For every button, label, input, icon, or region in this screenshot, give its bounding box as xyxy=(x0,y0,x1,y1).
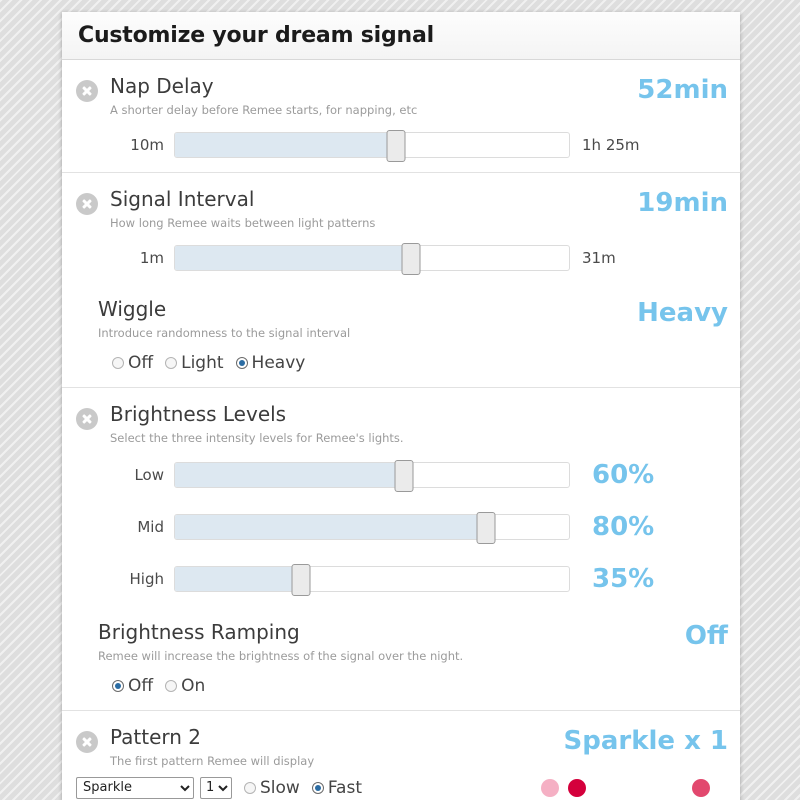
wiggle-radio-off[interactable]: Off xyxy=(112,353,153,373)
section-pattern-2: Pattern 2 The first pattern Remee will d… xyxy=(62,711,740,800)
radio-label: Fast xyxy=(327,777,362,798)
color-dot-pair xyxy=(541,778,586,797)
slider-label: Mid xyxy=(137,517,164,536)
settings-panel: Customize your dream signal Nap Delay A … xyxy=(62,12,740,800)
close-icon[interactable] xyxy=(76,80,98,102)
radio-label: Heavy xyxy=(251,352,306,373)
wiggle-radio-heavy[interactable]: Heavy xyxy=(235,352,306,373)
section-title: Pattern 2 xyxy=(110,724,202,749)
radio-label: Slow xyxy=(260,777,300,798)
brightness-ramping-value: Off xyxy=(684,620,728,651)
section-description: A shorter delay before Remee starts, for… xyxy=(110,103,418,117)
slider-handle[interactable] xyxy=(476,511,496,544)
wiggle-title: Wiggle xyxy=(98,296,167,321)
section-nap-delay: Nap Delay A shorter delay before Remee s… xyxy=(62,60,740,173)
panel-header: Customize your dream signal xyxy=(62,12,740,60)
radio-dot[interactable] xyxy=(112,679,124,692)
slider-min-label: 10m xyxy=(130,135,164,154)
ramping-radio-on[interactable]: On xyxy=(165,676,205,696)
signal-interval-slider-row: 1m 31m xyxy=(62,242,740,275)
wiggle-radio-light[interactable]: Light xyxy=(165,352,224,373)
brightness-ramping-radio-group: Off On xyxy=(62,676,740,696)
close-icon[interactable] xyxy=(76,407,98,430)
speed-radio-fast[interactable]: Fast xyxy=(311,777,362,798)
radio-dot[interactable] xyxy=(311,781,324,794)
radio-dot[interactable] xyxy=(165,356,178,369)
brightness-low-row: Low 60% xyxy=(62,459,740,492)
slider-fill xyxy=(175,514,487,539)
radio-dot[interactable] xyxy=(165,679,178,692)
brightness-mid-slider[interactable] xyxy=(174,511,570,544)
radio-label: Off xyxy=(128,352,154,373)
slider-min-label: 1m xyxy=(139,248,164,267)
radio-label: Light xyxy=(181,352,224,373)
brightness-mid-row: Mid 80% xyxy=(62,511,740,544)
pattern-2-value: Sparkle x 1 xyxy=(563,725,728,756)
brightness-low-value: 60% xyxy=(592,459,655,490)
brightness-high-value: 35% xyxy=(592,563,655,594)
wiggle-value: Heavy xyxy=(637,297,728,328)
slider-max-label: 1h 25m xyxy=(582,135,640,154)
color-dot-rose[interactable] xyxy=(692,778,710,797)
slider-handle[interactable] xyxy=(386,129,406,162)
wiggle-radio-group: Off Light Heavy xyxy=(62,353,740,373)
section-signal-interval: Signal Interval How long Remee waits bet… xyxy=(62,173,740,388)
slider-label: High xyxy=(129,569,164,588)
section-title: Nap Delay xyxy=(110,74,214,98)
pattern-select[interactable]: Sparkle xyxy=(76,776,194,799)
brightness-low-slider[interactable] xyxy=(174,459,570,492)
close-icon[interactable] xyxy=(76,730,98,753)
slider-label: Low xyxy=(134,465,164,484)
nap-delay-slider-row: 10m 1h 25m xyxy=(62,129,740,162)
pattern-controls-row: Sparkle 1 Slow Fast xyxy=(62,776,740,799)
nap-delay-value: 52min xyxy=(637,75,728,105)
slider-handle[interactable] xyxy=(291,563,311,596)
slider-fill xyxy=(175,132,396,157)
wiggle-description: Introduce randomness to the signal inter… xyxy=(98,325,351,340)
brightness-high-slider[interactable] xyxy=(174,563,570,596)
close-icon[interactable] xyxy=(76,192,98,215)
section-brightness-levels: Brightness Levels Select the three inten… xyxy=(62,388,740,711)
brightness-ramping-title: Brightness Ramping xyxy=(98,619,300,644)
color-dot-crimson[interactable] xyxy=(568,778,586,797)
ramping-radio-off[interactable]: Off xyxy=(112,676,153,696)
radio-dot[interactable] xyxy=(112,356,124,369)
slider-fill xyxy=(175,462,404,487)
radio-label: On xyxy=(181,675,206,696)
slider-handle[interactable] xyxy=(394,459,414,492)
radio-dot[interactable] xyxy=(235,356,248,369)
section-description: How long Remee waits between light patte… xyxy=(110,215,376,230)
section-title: Brightness Levels xyxy=(110,401,287,426)
section-title: Signal Interval xyxy=(110,186,255,211)
brightness-high-row: High 35% xyxy=(62,563,740,596)
speed-radio-slow[interactable]: Slow xyxy=(244,778,300,798)
slider-fill xyxy=(175,245,412,270)
signal-interval-value: 19min xyxy=(637,187,728,218)
nap-delay-slider[interactable] xyxy=(174,129,570,162)
slider-max-label: 31m xyxy=(582,248,616,267)
section-description: Select the three intensity levels for Re… xyxy=(110,430,404,445)
pattern-speed-radio-group: Slow Fast xyxy=(244,778,374,798)
pattern-color-dots xyxy=(541,778,728,797)
pattern-count-select[interactable]: 1 xyxy=(200,776,232,799)
page-title: Customize your dream signal xyxy=(78,23,434,48)
radio-dot[interactable] xyxy=(244,781,256,794)
slider-fill xyxy=(175,566,302,591)
radio-label: Off xyxy=(128,675,154,696)
signal-interval-slider[interactable] xyxy=(174,242,570,275)
color-dot-light-pink[interactable] xyxy=(541,778,559,797)
slider-handle[interactable] xyxy=(401,242,421,275)
section-description: The first pattern Remee will display xyxy=(110,753,315,768)
brightness-mid-value: 80% xyxy=(592,511,655,542)
brightness-ramping-description: Remee will increase the brightness of th… xyxy=(98,648,464,663)
